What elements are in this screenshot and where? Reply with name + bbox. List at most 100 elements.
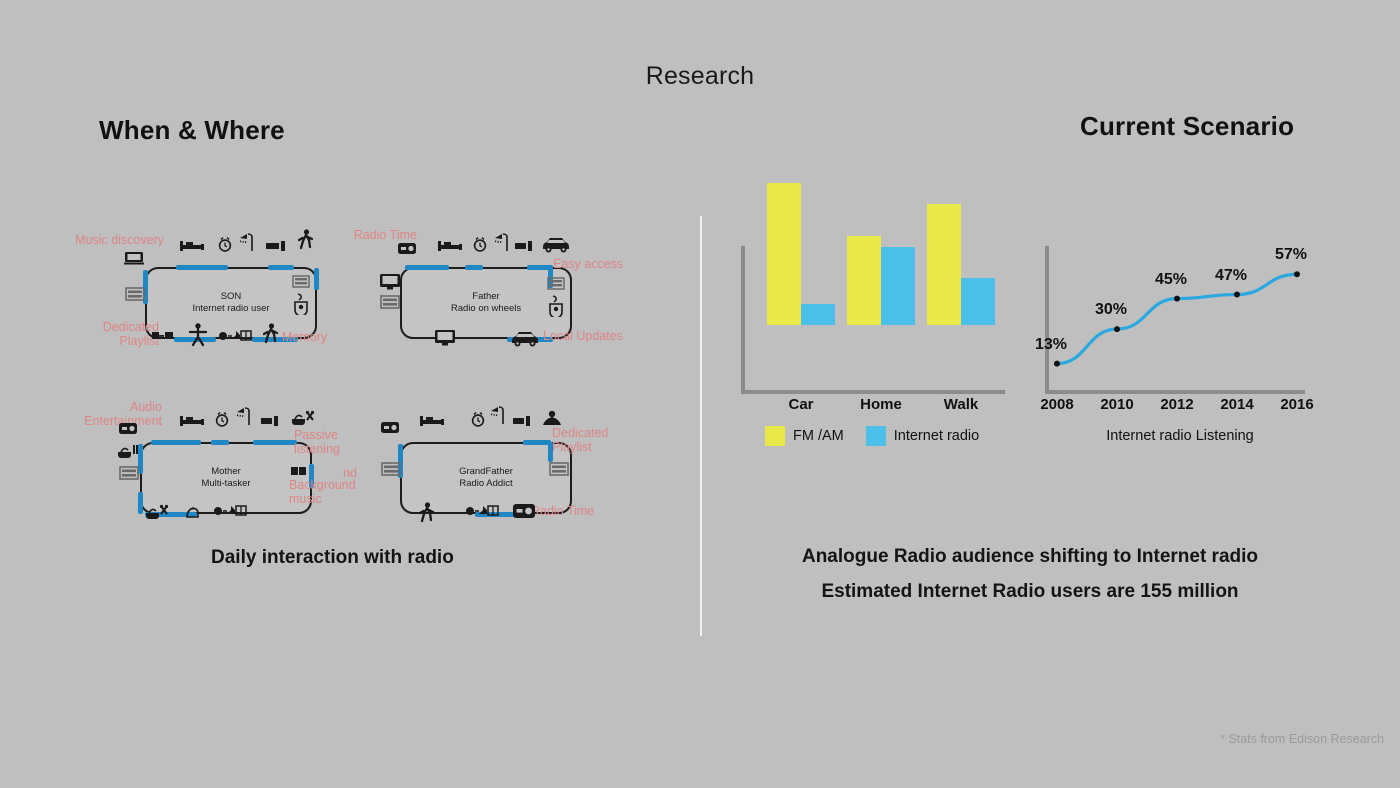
kitchen-icon xyxy=(218,329,252,342)
shower-icon xyxy=(235,406,253,426)
device-icon xyxy=(261,416,279,426)
bar-chart-legend: FM /AM Internet radio xyxy=(765,426,993,446)
train-seat-icon xyxy=(547,277,565,290)
radio-icon xyxy=(513,504,535,518)
accent-segment xyxy=(405,265,449,270)
persona-label-local-updates: Local Updates xyxy=(543,329,623,343)
bar-chart: Car Home Walk FM /AM Internet radio xyxy=(735,183,1025,455)
train-seat-icon xyxy=(549,462,569,476)
walking-person-icon xyxy=(419,502,435,526)
stat-line-2: Estimated Internet Radio users are 155 m… xyxy=(821,581,1239,602)
line-chart-x-label: 2014 xyxy=(1220,396,1254,413)
cooking-icon xyxy=(117,444,141,460)
desk-work-icon xyxy=(547,295,565,317)
accent-segment xyxy=(268,265,294,270)
speaker-icon xyxy=(291,466,307,476)
train-seat-icon xyxy=(292,275,310,288)
section-title-current-scenario: Current Scenario xyxy=(1080,111,1295,141)
persona-label-easy-access: Easy access xyxy=(553,257,624,271)
meditation-icon xyxy=(541,410,563,428)
bar-home-fm-am xyxy=(847,236,881,325)
alarm-clock-icon xyxy=(471,411,485,428)
bed-icon xyxy=(420,414,446,428)
line-chart-x-label: 2012 xyxy=(1160,396,1194,413)
legend-label: Internet radio xyxy=(893,428,980,444)
train-seat-icon xyxy=(125,287,145,301)
laptop-icon xyxy=(124,251,144,265)
desk-work-icon xyxy=(292,293,310,315)
train-seat-icon xyxy=(119,466,139,480)
legend-swatch xyxy=(865,426,886,446)
vertical-divider xyxy=(700,216,702,636)
bar-chart-x-axis xyxy=(741,390,1005,394)
accent-segment xyxy=(253,440,297,445)
alarm-clock-icon xyxy=(218,236,232,253)
accent-segment xyxy=(138,492,143,514)
slide-canvas: Research When & Where Current Scenario S… xyxy=(0,0,1400,788)
walking-person-icon xyxy=(263,323,279,347)
persona-name: Mother xyxy=(211,466,241,478)
bar-car-internet-radio xyxy=(801,304,835,325)
shower-icon xyxy=(493,232,511,252)
line-chart-point xyxy=(1234,291,1240,298)
bed-icon xyxy=(180,239,206,253)
stat-line-1: Analogue Radio audience shifting to Inte… xyxy=(801,546,1259,567)
bed-icon xyxy=(180,414,206,428)
radio-icon xyxy=(381,422,399,433)
persona-name: GrandFather xyxy=(459,466,513,478)
device-icon xyxy=(515,241,533,251)
cooking-icon xyxy=(291,410,317,426)
bar-chart-plot-area xyxy=(735,183,1025,390)
device-icon xyxy=(266,241,286,251)
bar-chart-x-label: Walk xyxy=(943,396,979,413)
line-chart: 13% 30% 45% 47% 57% 2008 2010 2012 2014 2016 Int… xyxy=(1035,240,1335,455)
accent-segment xyxy=(151,440,201,445)
persona-card-mother: Mother Multi-tasker Audio Entertainment … xyxy=(84,400,395,560)
car-icon xyxy=(510,329,540,347)
exercise-person-icon xyxy=(188,323,208,347)
line-chart-point-label: 13% xyxy=(1035,335,1068,353)
persona-label-radio-time: Radio Time xyxy=(531,504,595,518)
persona-card-grandfather: GrandFather Radio Addict Dedicated Playl… xyxy=(343,400,655,560)
accent-segment xyxy=(314,268,319,290)
bar-walk-internet-radio xyxy=(961,278,995,325)
bar-chart-x-label: Home xyxy=(860,396,902,413)
line-chart-point xyxy=(1174,295,1180,302)
persona-label-memory: Memory xyxy=(282,330,328,344)
persona-label-music-discovery: Music discovery xyxy=(75,233,164,247)
persona-role: Radio Addict xyxy=(459,478,513,489)
bar-walk-fm-am xyxy=(927,204,961,325)
accent-segment xyxy=(176,265,228,270)
alarm-clock-icon xyxy=(215,411,229,428)
monitor-icon xyxy=(435,330,455,346)
persona-label-dedicated-playlist: Dedicated Playlist xyxy=(552,426,609,454)
line-chart-point xyxy=(1294,271,1300,278)
persona-label-audio-entertainment: Audio Entertainment xyxy=(84,400,162,428)
tv-remote-icon xyxy=(152,331,174,341)
footnote-source: * Stats from Edison Research xyxy=(1220,732,1384,746)
persona-label-dedicated-playlist: Dedicated Playlist xyxy=(102,320,159,348)
line-chart-point-label: 30% xyxy=(1095,301,1128,319)
section-title-when-and-where: When & Where xyxy=(99,115,285,145)
car-icon xyxy=(541,235,571,253)
radio-icon xyxy=(398,243,416,254)
monitor-icon xyxy=(380,274,400,290)
train-seat-icon xyxy=(380,295,400,309)
line-chart-x-label: 2016 xyxy=(1280,396,1314,413)
line-chart-x-label: 2010 xyxy=(1100,396,1134,413)
cooking-icon xyxy=(145,504,171,520)
persona-card-father: Father Radio on wheels Radio Time Easy a… xyxy=(354,225,655,385)
left-caption: Daily interaction with radio xyxy=(211,547,454,568)
alarm-clock-icon xyxy=(473,236,487,253)
persona-label-passive-listening: Passive listening xyxy=(294,428,340,456)
persona-role: Internet radio user xyxy=(192,303,270,314)
line-chart-point-label: 47% xyxy=(1215,266,1248,284)
persona-label-background-music: Background music xyxy=(289,478,356,506)
shower-icon xyxy=(238,232,256,252)
line-chart-x-label: 2008 xyxy=(1040,396,1074,413)
accent-segment xyxy=(523,440,551,445)
line-chart-title: Internet radio Listening xyxy=(1106,428,1254,444)
kitchen-icon xyxy=(465,504,499,517)
legend-label: FM /AM xyxy=(793,428,844,444)
accent-segment xyxy=(465,265,483,270)
